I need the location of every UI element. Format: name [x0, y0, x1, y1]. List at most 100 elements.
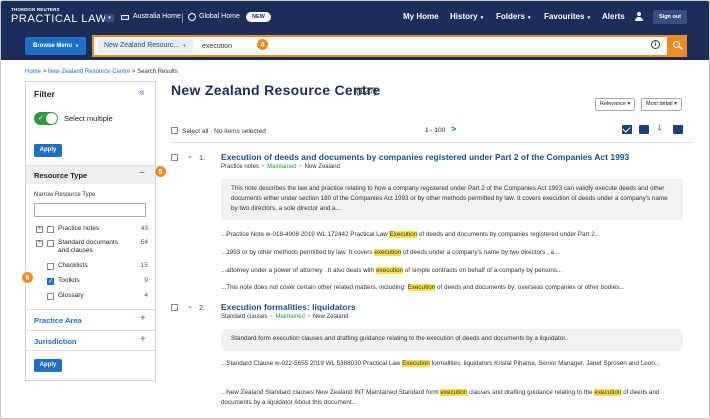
filter-item-label: Checklists: [58, 262, 88, 269]
email-icon[interactable]: [622, 125, 632, 134]
sort-relevance-dropdown[interactable]: Relevance ▾: [595, 98, 636, 111]
result-title[interactable]: Execution of deeds and documents by comp…: [221, 152, 629, 162]
resource-type-title: Resource Type: [34, 171, 88, 180]
checkbox-checked[interactable]: [47, 277, 54, 285]
breadcrumb-home[interactable]: Home: [25, 69, 41, 75]
search-scope-dropdown[interactable]: New Zealand Resourc... ▾: [98, 39, 193, 53]
folder-icon[interactable]: [673, 125, 683, 134]
filter-item-label: Standard documents and clauses: [58, 239, 118, 254]
nav-label: Favourites: [544, 12, 585, 21]
checkbox[interactable]: [47, 263, 54, 270]
no-items-selected: No items selected: [214, 128, 266, 135]
callout-badge: 4: [256, 38, 269, 51]
filter-item-count: 43: [140, 225, 148, 232]
select-all-label: Select all: [182, 128, 209, 135]
user-icon[interactable]: [635, 12, 643, 21]
brand-tagline: THOMSON REUTERS: [11, 7, 60, 12]
result-jurisdiction: New Zealand: [312, 314, 349, 320]
snippet-text: ...attorney under a power of attorney . …: [221, 267, 377, 274]
search-box: New Zealand Resourc...▾ i: [92, 35, 687, 57]
result-snippet: ...1993 or by other methods permitted by…: [221, 248, 686, 258]
new-badge: NEW: [246, 12, 271, 22]
expand-icon[interactable]: +: [140, 313, 146, 324]
filter-item-count: 4: [144, 292, 148, 299]
next-page-icon[interactable]: >: [451, 124, 456, 134]
snippet-text: ...This note does not cover certain othe…: [221, 284, 408, 291]
chevron-down-icon[interactable]: ⌄: [187, 152, 193, 160]
expand-icon[interactable]: +: [36, 240, 43, 247]
breadcrumb-centre[interactable]: New Zealand Resource Centre: [48, 69, 130, 75]
result-checkbox[interactable]: [171, 154, 178, 161]
detail-level-dropdown[interactable]: Most detail ▾: [641, 98, 682, 111]
checkbox[interactable]: [47, 226, 54, 233]
collapse-section-icon[interactable]: −: [139, 168, 145, 179]
nav-label: Folders: [496, 12, 525, 21]
global-home-link[interactable]: Global Home: [199, 13, 240, 20]
filter-item-standard-documents[interactable]: + Standard documents and clauses 54: [36, 239, 148, 257]
nav-alerts[interactable]: Alerts: [602, 12, 625, 21]
expand-icon[interactable]: +: [140, 334, 146, 345]
filter-item-label: Toolkits: [58, 277, 80, 284]
collapse-filter-icon[interactable]: «: [139, 87, 145, 98]
result-meta: Standard clauses • Maintained • New Zealand: [221, 314, 349, 320]
result-snippet: ...This note does not cover certain othe…: [221, 283, 686, 293]
nav-history[interactable]: History ▾: [450, 12, 483, 21]
checkbox[interactable]: [47, 293, 54, 300]
chevron-down-icon[interactable]: ▾: [105, 14, 114, 22]
snippet-text: clauses and drafting guidance relating t…: [467, 389, 595, 396]
browse-menu-button[interactable]: Browse Menu ▾: [25, 37, 86, 55]
resource-type-header[interactable]: Resource Type −: [26, 166, 155, 184]
checkbox[interactable]: [171, 127, 178, 134]
divider: [182, 13, 183, 23]
divider: [26, 330, 155, 331]
australia-home-link[interactable]: Australia Home: [133, 13, 181, 20]
result-snippet: ...Practice Note w-018-4908 2019 WL 1724…: [221, 230, 686, 240]
search-button[interactable]: [667, 35, 687, 57]
top-bar: THOMSON REUTERS PRACTICAL LAW ▾ Australi…: [1, 1, 709, 32]
snippet-text: of simple contracts on behalf of a compa…: [403, 267, 563, 274]
nav-my-home[interactable]: My Home: [403, 12, 439, 21]
print-icon[interactable]: [639, 125, 649, 134]
result-title[interactable]: Execution formalities: liquidators: [221, 302, 356, 312]
result-meta: Practice notes • Maintained • New Zealand: [221, 164, 340, 170]
chevron-down-icon: ▾: [587, 15, 590, 21]
filter-panel: Filter « ✓ Select multiple Apply Resourc…: [25, 81, 156, 381]
result-checkbox[interactable]: [171, 304, 178, 311]
snippet-highlight: execution: [594, 389, 622, 396]
apply-button[interactable]: Apply: [34, 144, 62, 157]
info-icon[interactable]: i: [651, 40, 660, 49]
breadcrumb-separator: >: [131, 69, 136, 75]
chevron-down-icon: ▾: [480, 15, 484, 21]
nav-favourites[interactable]: Favourites ▾: [544, 12, 590, 21]
nav-label: History: [450, 12, 478, 21]
facet-jurisdiction[interactable]: Jurisdiction: [34, 337, 77, 346]
chevron-down-icon: ▾: [183, 43, 186, 49]
callout-badge: 6: [21, 271, 34, 284]
narrow-resource-type-label: Narrow Resource Type: [34, 192, 96, 198]
nav-folders[interactable]: Folders ▾: [496, 12, 530, 21]
check-icon: ✓: [38, 115, 44, 122]
select-multiple-toggle[interactable]: ✓: [34, 112, 58, 125]
expand-icon[interactable]: +: [36, 226, 43, 233]
select-multiple-label: Select multiple: [64, 114, 113, 123]
select-all[interactable]: Select all · No items selected: [171, 127, 266, 135]
result-status: Maintained: [275, 314, 305, 320]
filter-item-label: Practice notes: [58, 225, 100, 232]
page-range: 1 - 100: [425, 127, 446, 134]
chevron-down-icon: ▾: [527, 15, 531, 21]
sign-out-button[interactable]: Sign out: [653, 10, 687, 24]
narrow-resource-type-input[interactable]: [34, 203, 146, 217]
scope-label: New Zealand Resourc...: [104, 42, 180, 49]
chevron-down-icon[interactable]: ⌄: [187, 302, 193, 310]
facet-practice-area[interactable]: Practice Area: [34, 316, 82, 325]
checkbox[interactable]: [47, 240, 54, 247]
snippet-text: ...Practice Note w-018-4908 2019 WL 1724…: [221, 231, 390, 238]
brand-logo[interactable]: PRACTICAL LAW: [11, 13, 107, 25]
sort-label: Relevance: [600, 101, 626, 107]
divider: [26, 350, 155, 351]
snippet-text: of deeds and documents by: overseas comp…: [435, 284, 625, 291]
breadcrumb-current: Search Results: [137, 69, 178, 75]
apply-button[interactable]: Apply: [34, 359, 62, 372]
result-snippet: ...New Zealand Standard clauses New Zeal…: [221, 388, 686, 408]
download-icon[interactable]: [656, 121, 666, 134]
